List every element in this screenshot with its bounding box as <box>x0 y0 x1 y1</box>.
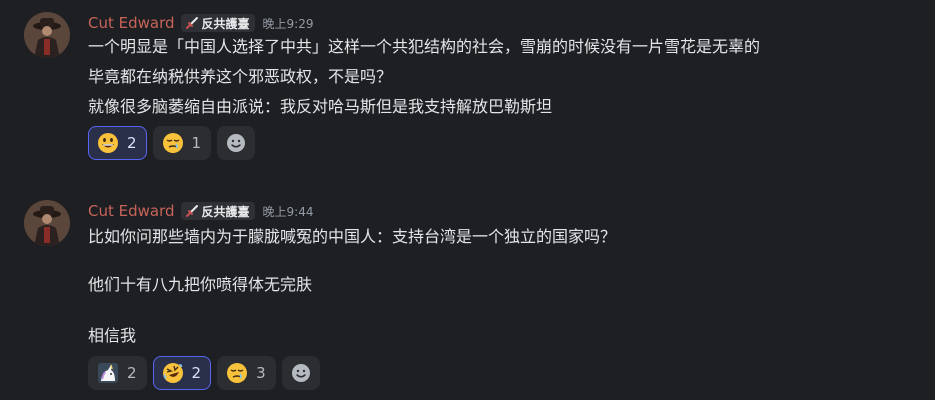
reaction-sleepy[interactable]: 3 <box>217 356 276 390</box>
sleepy-face-icon <box>162 133 183 153</box>
add-reaction-icon <box>291 364 310 382</box>
add-reaction-button[interactable] <box>281 356 320 390</box>
username[interactable]: Cut Edward <box>88 14 175 32</box>
avatar[interactable] <box>24 200 70 246</box>
reaction-sleepy[interactable]: 1 <box>152 126 212 160</box>
role-tag-label: 反共護臺 <box>201 204 250 219</box>
message-line: 他们十有八九把你喷得体无完肤 <box>88 275 313 294</box>
username[interactable]: Cut Edward <box>88 202 175 220</box>
unicorn-custom-icon <box>98 363 118 383</box>
add-reaction-icon <box>227 134 246 152</box>
reaction-count: 2 <box>191 364 202 382</box>
reactions-bar: 2 1 <box>88 126 256 160</box>
timestamp[interactable]: 晚上9:44 <box>263 203 314 220</box>
add-reaction-button[interactable] <box>217 126 256 160</box>
reactions-bar: 2 2 3 <box>88 356 320 390</box>
message-line: 就像很多脑萎缩自由派说：我反对哈马斯但是我支持解放巴勒斯坦 <box>88 97 553 116</box>
sword-icon <box>185 17 198 29</box>
role-tag[interactable]: 反共護臺 <box>180 14 255 32</box>
reaction-rofl[interactable]: 2 <box>152 356 212 390</box>
reaction-unicorn[interactable]: 2 <box>88 356 147 390</box>
role-tag-label: 反共護臺 <box>201 16 250 31</box>
sleepy-face-icon <box>227 363 248 383</box>
rofl-face-icon <box>162 363 183 383</box>
message-line: 毕竟都在纳税供养这个邪恶政权，不是吗？ <box>88 67 393 86</box>
grinning-face-icon <box>98 133 118 153</box>
timestamp[interactable]: 晚上9:29 <box>263 15 314 32</box>
message-line: 一个明显是「中国人选择了中共」这样一个共犯结构的社会，雪崩的时候没有一片雪花是无… <box>88 37 761 56</box>
reaction-count: 2 <box>127 134 137 152</box>
role-tag[interactable]: 反共護臺 <box>180 202 255 220</box>
sword-icon <box>185 205 198 217</box>
reaction-grinning[interactable]: 2 <box>88 126 147 160</box>
message-line: 比如你问那些墙内为于朦胧喊冤的中国人：支持台湾是一个独立的国家吗？ <box>88 227 617 246</box>
message-line: 相信我 <box>88 326 137 345</box>
reaction-count: 2 <box>127 364 137 382</box>
reaction-count: 3 <box>256 364 266 382</box>
avatar[interactable] <box>24 12 70 58</box>
reaction-count: 1 <box>191 134 202 152</box>
